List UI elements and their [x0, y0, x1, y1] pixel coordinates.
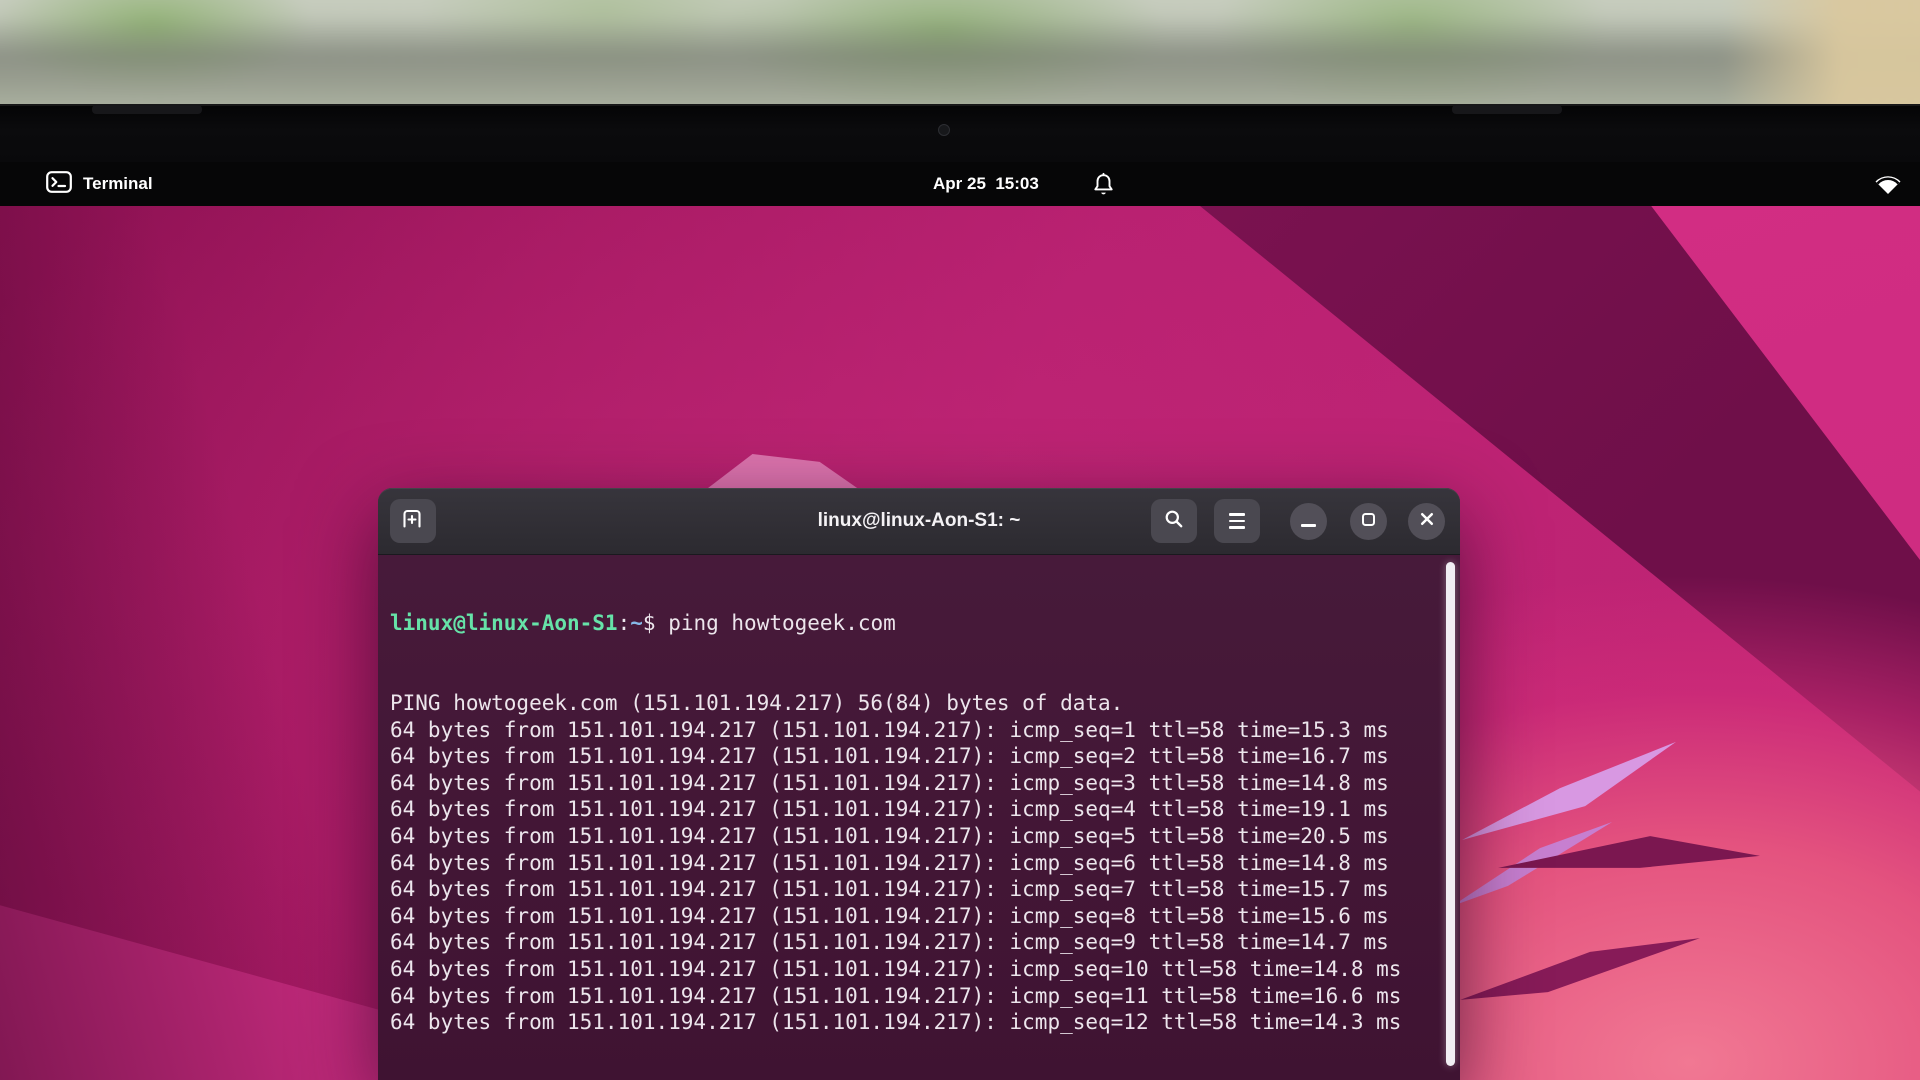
prompt-dollar: $	[643, 611, 668, 635]
terminal-output-line: 64 bytes from 151.101.194.217 (151.101.1…	[390, 983, 1434, 1010]
new-tab-icon	[401, 508, 425, 534]
wifi-icon[interactable]	[1872, 173, 1904, 201]
terminal-output-line: 64 bytes from 151.101.194.217 (151.101.1…	[390, 876, 1434, 903]
hamburger-menu-icon	[1229, 513, 1245, 528]
bell-icon[interactable]	[1092, 172, 1115, 202]
terminal-scrollbar[interactable]	[1446, 562, 1455, 1066]
maximize-button[interactable]	[1350, 503, 1387, 540]
search-icon	[1163, 508, 1185, 535]
terminal-window: linux@linux-Aon-S1: ~	[378, 488, 1460, 1080]
gnome-top-bar: Terminal Apr 25 15:03	[0, 162, 1920, 206]
terminal-output-line: 64 bytes from 151.101.194.217 (151.101.1…	[390, 929, 1434, 956]
room-background	[0, 0, 1920, 118]
new-tab-button[interactable]	[390, 499, 436, 543]
clock[interactable]: Apr 25 15:03	[933, 162, 1039, 206]
terminal-prompt-line: linux@linux-Aon-S1:~$ ping howtogeek.com	[390, 610, 1434, 637]
prompt-path: ~	[630, 611, 643, 635]
bezel-bumper-right	[1452, 105, 1562, 114]
typed-command: ping howtogeek.com	[668, 611, 896, 635]
terminal-output: PING howtogeek.com (151.101.194.217) 56(…	[390, 690, 1434, 1036]
laptop-bezel	[0, 104, 1920, 162]
minimize-icon	[1301, 524, 1316, 527]
search-button[interactable]	[1151, 499, 1197, 543]
terminal-titlebar[interactable]: linux@linux-Aon-S1: ~	[378, 488, 1460, 555]
terminal-output-line: 64 bytes from 151.101.194.217 (151.101.1…	[390, 770, 1434, 797]
terminal-output-line: 64 bytes from 151.101.194.217 (151.101.1…	[390, 796, 1434, 823]
bezel-bumper-left	[92, 105, 202, 114]
close-icon	[1419, 511, 1435, 532]
webcam-icon	[938, 124, 950, 136]
terminal-output-line: 64 bytes from 151.101.194.217 (151.101.1…	[390, 956, 1434, 983]
maximize-icon	[1361, 512, 1376, 532]
terminal-output-line: 64 bytes from 151.101.194.217 (151.101.1…	[390, 903, 1434, 930]
bezel-edge-highlight	[0, 104, 1920, 106]
terminal-output-line: 64 bytes from 151.101.194.217 (151.101.1…	[390, 1009, 1434, 1036]
prompt-user-host: linux@linux-Aon-S1	[390, 611, 618, 635]
terminal-output-line: 64 bytes from 151.101.194.217 (151.101.1…	[390, 717, 1434, 744]
minimize-button[interactable]	[1290, 503, 1327, 540]
terminal-output-line: PING howtogeek.com (151.101.194.217) 56(…	[390, 690, 1434, 717]
window-blinds-backdrop	[0, 0, 1920, 118]
prompt-colon: :	[618, 611, 631, 635]
terminal-output-line: 64 bytes from 151.101.194.217 (151.101.1…	[390, 823, 1434, 850]
terminal-output-line: 64 bytes from 151.101.194.217 (151.101.1…	[390, 850, 1434, 877]
app-indicator-label: Terminal	[83, 174, 153, 194]
terminal-icon	[46, 171, 72, 198]
app-indicator-terminal[interactable]: Terminal	[46, 162, 153, 206]
terminal-output-line: 64 bytes from 151.101.194.217 (151.101.1…	[390, 743, 1434, 770]
terminal-content-area[interactable]: linux@linux-Aon-S1:~$ ping howtogeek.com…	[378, 555, 1460, 1080]
menu-button[interactable]	[1214, 499, 1260, 543]
laptop-screen-photo: Terminal Apr 25 15:03	[0, 0, 1920, 1080]
terminal-text: linux@linux-Aon-S1:~$ ping howtogeek.com…	[390, 557, 1434, 1080]
wallpaper-leaf-blades	[1440, 726, 1820, 1026]
close-button[interactable]	[1408, 503, 1445, 540]
